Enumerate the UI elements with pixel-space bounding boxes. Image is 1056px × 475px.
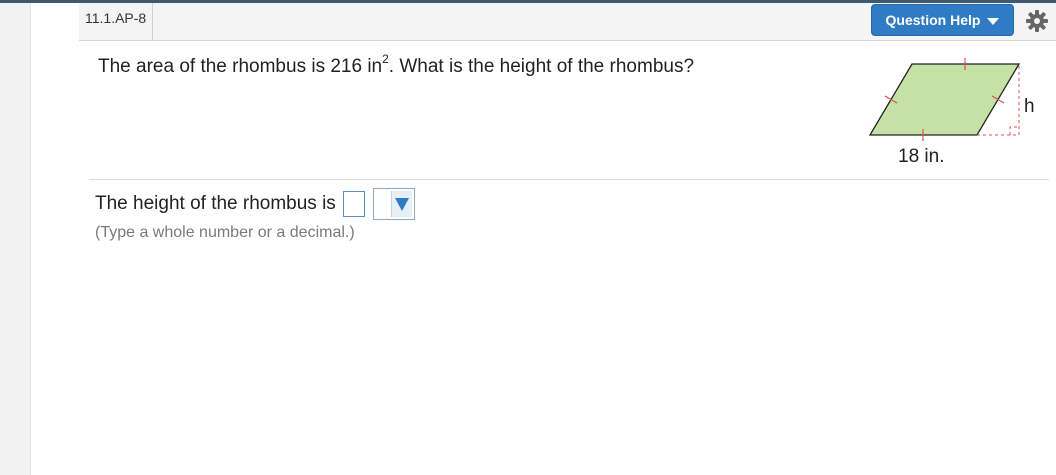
section-divider <box>89 179 1049 180</box>
rhombus-figure: h 18 in. <box>868 58 1035 167</box>
dropdown-button[interactable] <box>390 191 412 217</box>
gear-icon[interactable] <box>1025 9 1049 33</box>
height-input[interactable] <box>342 191 365 217</box>
unit-dropdown[interactable] <box>372 188 415 220</box>
answer-row: The height of the rhombus is <box>95 188 415 220</box>
base-label: 18 in. <box>898 146 944 167</box>
left-gutter <box>0 3 31 475</box>
answer-hint: (Type a whole number or a decimal.) <box>95 224 355 241</box>
triangle-down-icon <box>394 197 409 211</box>
question-id: 11.1.AP-8 <box>79 3 154 40</box>
question-text-after: . What is the height of the rhombus? <box>388 56 695 77</box>
question-header: 11.1.AP-8 Question Help <box>79 3 1056 41</box>
height-label: h <box>1024 96 1035 117</box>
caret-down-icon <box>987 17 1000 25</box>
question-help-label: Question Help <box>885 12 981 28</box>
rhombus-shape <box>868 63 1021 136</box>
question-text-before: The area of the rhombus is 216 in <box>98 56 383 77</box>
area-exponent: 2 <box>382 52 389 66</box>
answer-prompt: The height of the rhombus is <box>95 193 336 214</box>
question-help-button[interactable]: Question Help <box>871 4 1014 36</box>
question-text: The area of the rhombus is 216 in2. What… <box>98 53 695 78</box>
